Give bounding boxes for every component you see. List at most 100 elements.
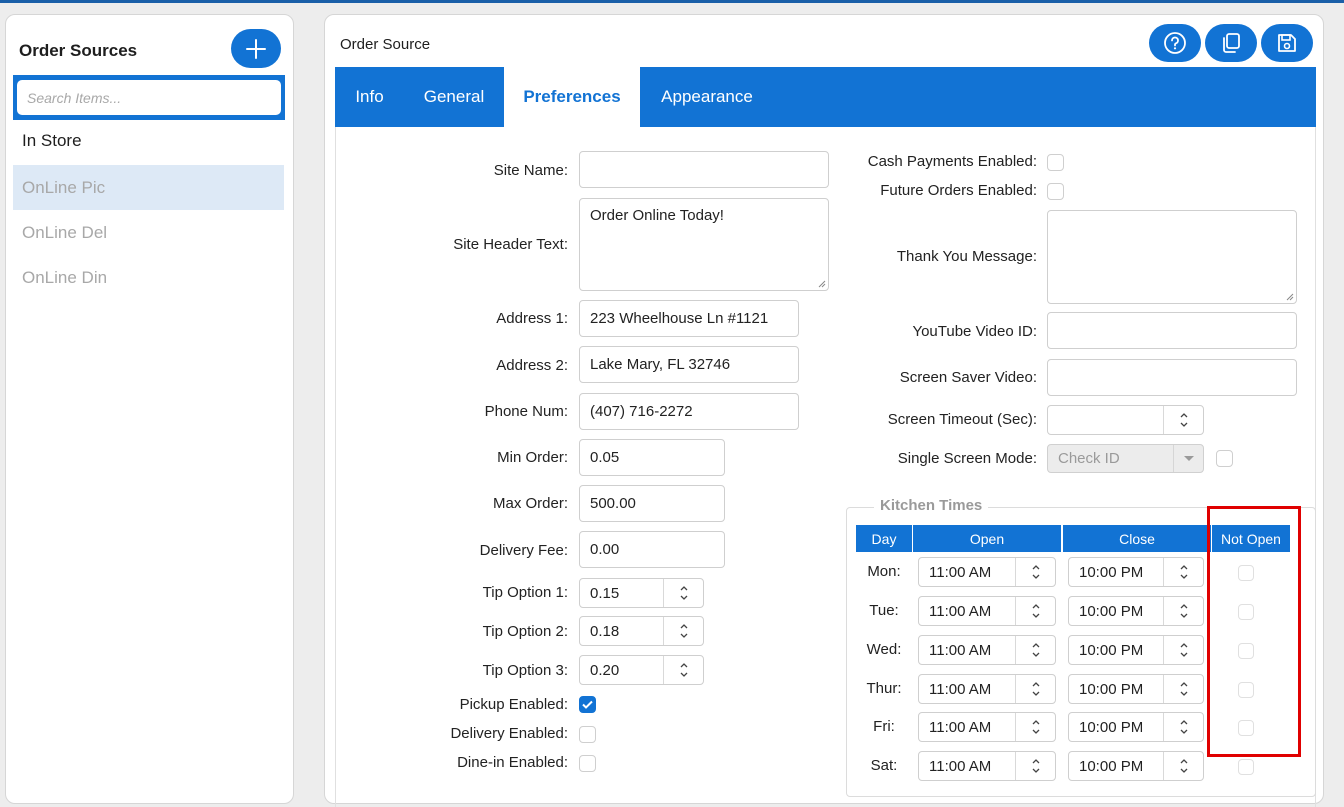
dinein-checkbox[interactable]: [579, 755, 596, 772]
close-time-value: 10:00 PM: [1079, 718, 1144, 736]
phone-input[interactable]: (407) 716-2272: [579, 393, 799, 430]
tip2-stepper[interactable]: 0.18: [579, 616, 704, 646]
top-bar: [0, 0, 1344, 3]
youtube-input[interactable]: [1047, 312, 1297, 349]
stepper-arrows[interactable]: [663, 579, 703, 607]
kitchen-open-time[interactable]: 11:00 AM: [918, 674, 1056, 704]
copy-icon: [1223, 33, 1240, 53]
tip1-stepper[interactable]: 0.15: [579, 578, 704, 608]
kitchen-open-time[interactable]: 11:00 AM: [918, 635, 1056, 665]
site-header-textarea[interactable]: Order Online Today!: [579, 198, 829, 291]
kitchen-close-time[interactable]: 10:00 PM: [1068, 596, 1204, 626]
max-order-input[interactable]: 500.00: [579, 485, 725, 522]
future-orders-checkbox[interactable]: [1047, 183, 1064, 200]
min-order-label: Min Order:: [497, 449, 568, 466]
thank-you-textarea[interactable]: [1047, 210, 1297, 304]
single-screen-select[interactable]: Check ID: [1047, 444, 1204, 473]
screensaver-input[interactable]: [1047, 359, 1297, 396]
stepper-arrows[interactable]: [1015, 752, 1055, 780]
kitchen-close-time[interactable]: 10:00 PM: [1068, 557, 1204, 587]
stepper-arrows[interactable]: [663, 656, 703, 684]
kitchen-close-time[interactable]: 10:00 PM: [1068, 674, 1204, 704]
thank-you-label: Thank You Message:: [896, 248, 1037, 265]
address2-input[interactable]: Lake Mary, FL 32746: [579, 346, 799, 383]
delivery-enabled-label: Delivery Enabled:: [450, 725, 568, 742]
pickup-label: Pickup Enabled:: [459, 696, 568, 713]
chevron-up-down-icon: [1180, 759, 1187, 773]
stepper-arrows[interactable]: [1015, 558, 1055, 586]
stepper-arrows[interactable]: [1015, 675, 1055, 703]
tip3-stepper[interactable]: 0.20: [579, 655, 704, 685]
tab-general[interactable]: General: [404, 67, 504, 127]
kitchen-close-time[interactable]: 10:00 PM: [1068, 751, 1204, 781]
kitchen-open-time[interactable]: 11:00 AM: [918, 557, 1056, 587]
site-name-input[interactable]: [579, 151, 829, 188]
resize-grip-icon: [818, 280, 826, 288]
kitchen-close-time[interactable]: 10:00 PM: [1068, 712, 1204, 742]
kitchen-close-time[interactable]: 10:00 PM: [1068, 635, 1204, 665]
kitchen-times-legend: Kitchen Times: [874, 497, 989, 514]
stepper-arrows[interactable]: [1163, 636, 1203, 664]
chevron-up-down-icon: [1032, 565, 1039, 579]
not-open-checkbox[interactable]: [1238, 759, 1254, 775]
site-name-label: Site Name:: [493, 162, 568, 179]
add-order-source-button[interactable]: [231, 29, 281, 68]
tip1-label: Tip Option 1:: [482, 584, 568, 601]
close-time-value: 10:00 PM: [1079, 757, 1144, 775]
address1-input[interactable]: 223 Wheelhouse Ln #1121: [579, 300, 799, 337]
chevron-up-down-icon: [1032, 604, 1039, 618]
source-item-in-store[interactable]: In Store: [13, 118, 284, 163]
help-button[interactable]: [1149, 24, 1201, 62]
stepper-arrows[interactable]: [663, 617, 703, 645]
min-order-input[interactable]: 0.05: [579, 439, 725, 476]
close-time-value: 10:00 PM: [1079, 602, 1144, 620]
tab-info[interactable]: Info: [335, 67, 404, 127]
tip3-value: 0.20: [590, 661, 620, 679]
kitchen-open-time[interactable]: 11:00 AM: [918, 751, 1056, 781]
stepper-arrows[interactable]: [1163, 713, 1203, 741]
screen-timeout-label: Screen Timeout (Sec):: [887, 411, 1037, 428]
chevron-up-down-icon: [1180, 682, 1187, 696]
stepper-arrows[interactable]: [1163, 675, 1203, 703]
single-screen-value: Check ID: [1058, 450, 1120, 467]
tab-preferences[interactable]: Preferences: [504, 67, 640, 127]
pickup-checkbox[interactable]: [579, 696, 596, 713]
stepper-arrows[interactable]: [1163, 597, 1203, 625]
chevron-up-down-icon: [1180, 604, 1187, 618]
source-item-online-din[interactable]: OnLine Din: [13, 255, 284, 300]
address1-label: Address 1:: [496, 310, 568, 327]
stepper-arrows[interactable]: [1015, 597, 1055, 625]
plus-icon: [246, 38, 266, 59]
delivery-fee-input[interactable]: 0.00: [579, 531, 725, 568]
tip2-label: Tip Option 2:: [482, 623, 568, 640]
cash-payments-label: Cash Payments Enabled:: [867, 153, 1037, 170]
delivery-enabled-checkbox[interactable]: [579, 726, 596, 743]
copy-button[interactable]: [1205, 24, 1257, 62]
source-item-online-del[interactable]: OnLine Del: [13, 210, 284, 255]
search-wrapper: [13, 75, 285, 120]
stepper-arrows[interactable]: [1163, 558, 1203, 586]
tab-appearance[interactable]: Appearance: [640, 67, 774, 127]
dinein-label: Dine-in Enabled:: [457, 754, 568, 771]
source-item-online-pic[interactable]: OnLine Pic: [13, 165, 284, 210]
kitchen-open-time[interactable]: 11:00 AM: [918, 712, 1056, 742]
tab-bar: Info General Preferences Appearance: [335, 67, 1316, 127]
future-orders-label: Future Orders Enabled:: [880, 182, 1037, 199]
kitchen-open-time[interactable]: 11:00 AM: [918, 596, 1056, 626]
screen-timeout-stepper[interactable]: [1047, 405, 1204, 435]
chevron-up-down-icon: [1032, 759, 1039, 773]
stepper-arrows[interactable]: [1015, 636, 1055, 664]
caret-down-icon: [1183, 455, 1194, 461]
cash-payments-checkbox[interactable]: [1047, 154, 1064, 171]
single-screen-checkbox[interactable]: [1216, 450, 1233, 467]
close-time-value: 10:00 PM: [1079, 641, 1144, 659]
kitchen-day-label: Tue:: [869, 602, 899, 619]
stepper-arrows[interactable]: [1015, 713, 1055, 741]
save-button[interactable]: [1261, 24, 1313, 62]
panel-title: Order Source: [340, 36, 431, 53]
search-input[interactable]: [17, 80, 281, 115]
header-open: Open: [913, 525, 1061, 552]
stepper-arrows[interactable]: [1163, 406, 1203, 434]
close-time-value: 10:00 PM: [1079, 563, 1144, 581]
stepper-arrows[interactable]: [1163, 752, 1203, 780]
